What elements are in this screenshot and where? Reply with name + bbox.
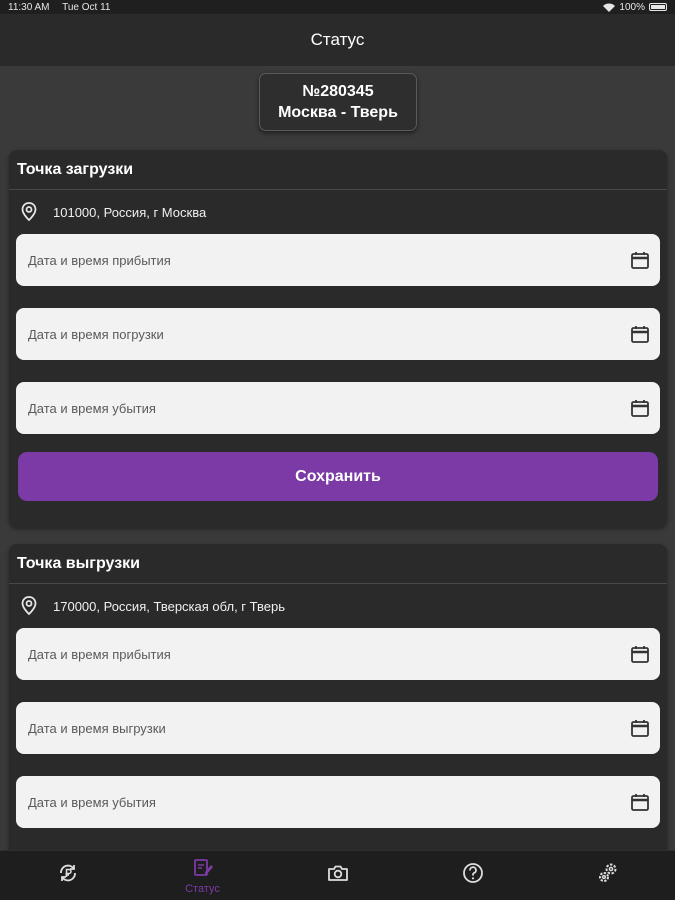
unloading-address: 170000, Россия, Тверская обл, г Тверь: [53, 598, 286, 614]
page-title: Статус: [310, 30, 365, 49]
loading-departure-datetime-field[interactable]: Дата и время убытия: [16, 382, 660, 434]
order-route: Москва - Тверь: [278, 104, 398, 121]
tab-camera[interactable]: [308, 863, 368, 888]
field-placeholder: Дата и время погрузки: [28, 326, 164, 342]
order-badge: №280345 Москва - Тверь: [259, 73, 417, 131]
tab-status-label: Статус: [185, 882, 220, 895]
unloading-arrival-datetime-field[interactable]: Дата и время прибытия: [16, 628, 660, 680]
tab-status[interactable]: Статус: [173, 857, 233, 895]
unloading-point-card: Точка выгрузки 170000, Россия, Тверская …: [9, 544, 667, 864]
tab-payments[interactable]: [38, 862, 98, 889]
top-navigation-bar: Статус: [0, 14, 675, 66]
ruble-refresh-icon: [57, 862, 79, 889]
battery-percent: 100%: [619, 1, 645, 13]
status-edit-icon: [192, 857, 214, 882]
calendar-icon[interactable]: [630, 398, 650, 418]
tab-help[interactable]: [443, 862, 503, 889]
unloading-point-title: Точка выгрузки: [9, 544, 667, 584]
wifi-icon: [603, 3, 616, 12]
tab-settings[interactable]: [578, 861, 638, 890]
field-placeholder: Дата и время выгрузки: [28, 720, 166, 736]
loading-arrival-datetime-field[interactable]: Дата и время прибытия: [16, 234, 660, 286]
help-icon: [462, 862, 484, 889]
field-placeholder: Дата и время прибытия: [28, 252, 171, 268]
calendar-icon[interactable]: [630, 644, 650, 664]
status-time: 11:30 AM: [8, 1, 50, 13]
save-button[interactable]: Сохранить: [18, 452, 658, 501]
battery-icon: [649, 3, 667, 11]
bottom-tab-bar: Статус: [0, 850, 675, 900]
loading-address: 101000, Россия, г Москва: [53, 204, 207, 220]
field-placeholder: Дата и время убытия: [28, 400, 156, 416]
system-status-bar: 11:30 AM Tue Oct 11 100%: [0, 0, 675, 14]
location-pin-icon: [19, 595, 41, 617]
location-pin-icon: [19, 201, 41, 223]
calendar-icon[interactable]: [630, 250, 650, 270]
calendar-icon[interactable]: [630, 718, 650, 738]
calendar-icon[interactable]: [630, 324, 650, 344]
camera-icon: [327, 863, 349, 888]
unloading-unloading-datetime-field[interactable]: Дата и время выгрузки: [16, 702, 660, 754]
order-number: №280345: [302, 83, 374, 100]
settings-gears-icon: [596, 861, 620, 890]
loading-address-row: 101000, Россия, г Москва: [9, 190, 667, 234]
field-placeholder: Дата и время прибытия: [28, 646, 171, 662]
status-date: Tue Oct 11: [62, 1, 111, 13]
loading-loading-datetime-field[interactable]: Дата и время погрузки: [16, 308, 660, 360]
unloading-address-row: 170000, Россия, Тверская обл, г Тверь: [9, 584, 667, 628]
calendar-icon[interactable]: [630, 792, 650, 812]
field-placeholder: Дата и время убытия: [28, 794, 156, 810]
loading-point-card: Точка загрузки 101000, Россия, г Москва …: [9, 150, 667, 527]
unloading-departure-datetime-field[interactable]: Дата и время убытия: [16, 776, 660, 828]
loading-point-title: Точка загрузки: [9, 150, 667, 190]
